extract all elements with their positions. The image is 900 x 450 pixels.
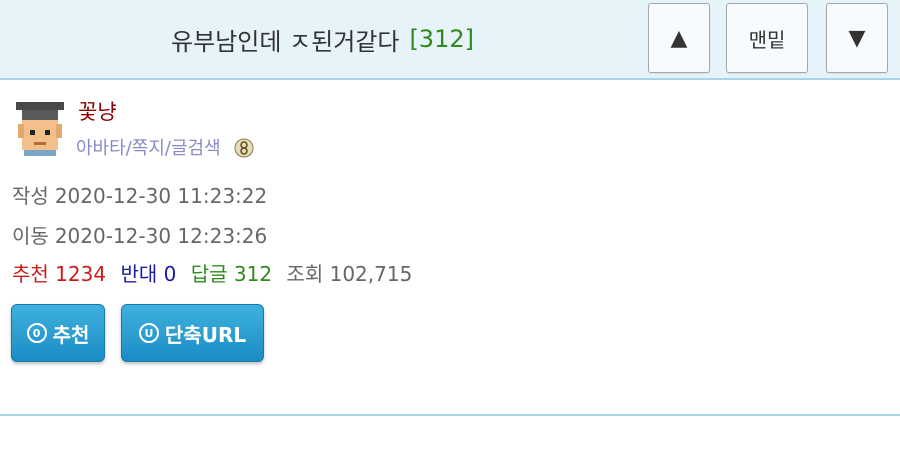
reply-stat-label: 답글 — [190, 262, 228, 286]
stats-row: 추천 1234 반대 0 답글 312 조회 102,715 — [12, 258, 420, 287]
recommend-stat: 추천 1234 — [12, 262, 106, 286]
written-label: 작성 — [12, 184, 49, 208]
message-link[interactable]: 쪽지 — [132, 138, 165, 159]
scroll-bottom-button[interactable]: 맨밑 — [726, 3, 808, 73]
oppose-stat: 반대 0 — [120, 262, 176, 286]
written-time: 2020-12-30 11:23:22 — [54, 184, 268, 208]
recommend-stat-label: 추천 — [12, 262, 49, 286]
search-posts-link[interactable]: 글검색 — [171, 138, 221, 159]
reply-stat: 답글 312 — [191, 262, 272, 286]
avatar-link[interactable]: 아바타 — [76, 138, 126, 159]
level-badge-icon — [234, 138, 254, 158]
written-time-row: 작성 2020-12-30 11:23:22 — [12, 180, 267, 209]
views-stat: 조회 102,715 — [286, 262, 412, 286]
author-name[interactable]: 꽃냥 — [78, 96, 117, 126]
recommend-stat-value: 1234 — [55, 262, 107, 286]
oppose-stat-value: 0 — [163, 262, 177, 286]
reply-stat-value: 312 — [233, 262, 273, 286]
reply-count[interactable]: [312] — [409, 25, 474, 53]
section-divider — [0, 414, 900, 416]
views-stat-value: 102,715 — [329, 262, 413, 286]
moved-label: 이동 — [12, 224, 49, 248]
recommend-circle-icon: 0 — [26, 323, 47, 343]
recommend-button-label: 추천 — [52, 322, 90, 347]
short-url-button-label: 단축URL — [164, 322, 247, 347]
recommend-button[interactable]: 0 추천 — [11, 304, 105, 362]
avatar-icon[interactable] — [12, 100, 68, 156]
post-header: 유부남인데 ㅈ된거같다 [312] ▲ 맨밑 ▼ — [0, 0, 900, 80]
scroll-down-button[interactable]: ▼ — [826, 3, 888, 73]
oppose-stat-label: 반대 — [120, 262, 158, 286]
scroll-up-button[interactable]: ▲ — [648, 3, 710, 73]
moved-time: 2020-12-30 12:23:26 — [54, 224, 268, 248]
post-title: 유부남인데 ㅈ된거같다 [312] — [0, 0, 645, 78]
views-stat-label: 조회 — [286, 262, 324, 286]
post-title-text: 유부남인데 ㅈ된거같다 — [171, 27, 400, 56]
moved-time-row: 이동 2020-12-30 12:23:26 — [12, 220, 267, 249]
author-links: 아바타/쪽지/글검색 — [76, 134, 254, 160]
url-circle-icon: U — [138, 323, 159, 343]
short-url-button[interactable]: U 단축URL — [121, 304, 264, 362]
